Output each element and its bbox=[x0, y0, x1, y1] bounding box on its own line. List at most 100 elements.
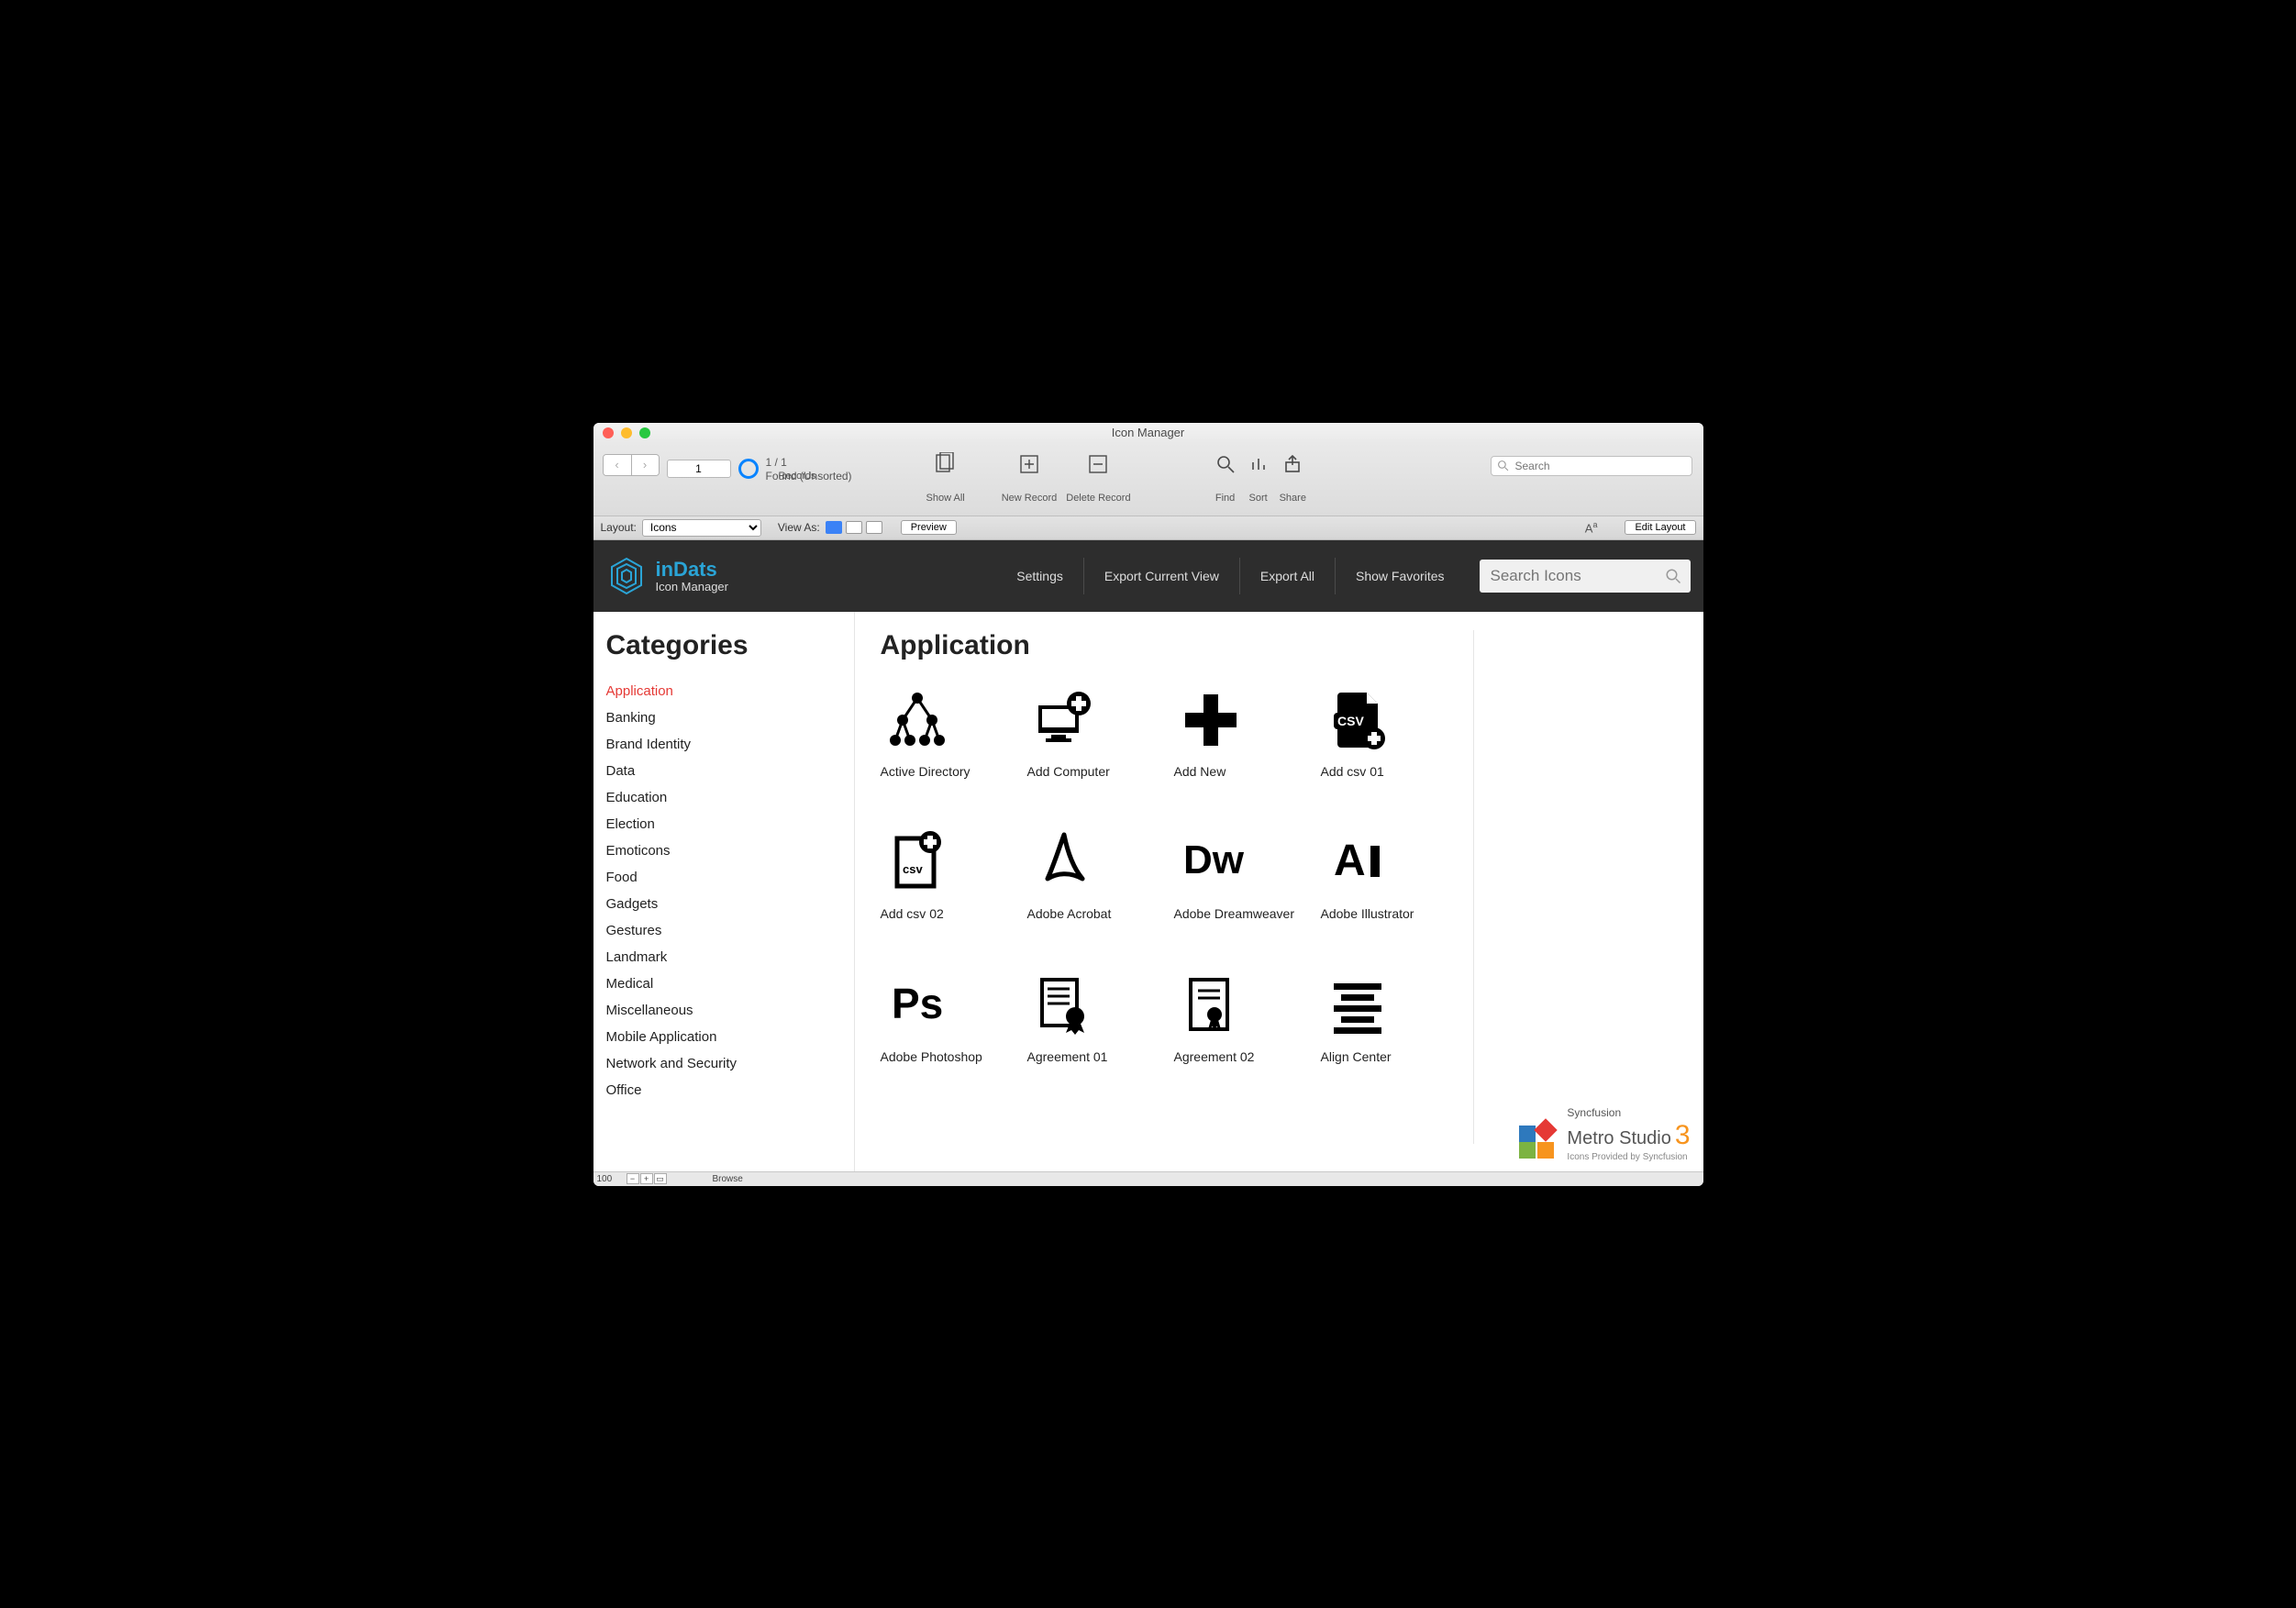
header-link-export-current-view[interactable]: Export Current View bbox=[1083, 558, 1239, 594]
delete-record-button[interactable]: Delete Record bbox=[1066, 452, 1130, 504]
icon-main: Application Active DirectoryAdd Computer… bbox=[855, 612, 1703, 1171]
find-icon bbox=[1214, 452, 1237, 476]
icon-add-csv-01[interactable]: CSV Add csv 01 bbox=[1321, 683, 1459, 781]
brand-name: inDats bbox=[656, 558, 729, 582]
toolbar: ‹ › 1 1 / 1 Found (Unsorted) Records Sho… bbox=[593, 443, 1703, 516]
sort-icon bbox=[1247, 452, 1270, 476]
nav-forward-button[interactable]: › bbox=[631, 455, 659, 475]
new-record-button[interactable]: New Record bbox=[1002, 452, 1058, 504]
agreement2-icon bbox=[1174, 969, 1248, 1042]
icon-add-new[interactable]: Add New bbox=[1174, 683, 1312, 781]
agreement1-icon bbox=[1027, 969, 1101, 1042]
brand-sub: Icon Manager bbox=[656, 580, 729, 593]
share-icon bbox=[1281, 452, 1304, 476]
svg-text:csv: csv bbox=[903, 862, 923, 876]
zoom-out-button[interactable]: − bbox=[627, 1173, 639, 1184]
category-election[interactable]: Election bbox=[606, 811, 845, 837]
find-button[interactable]: Find bbox=[1214, 452, 1237, 504]
app-header: inDats Icon Manager SettingsExport Curre… bbox=[593, 540, 1703, 612]
icon-label: Adobe Acrobat bbox=[1027, 906, 1165, 923]
metro-studio-logo-icon bbox=[1517, 1122, 1558, 1162]
found-pie-icon bbox=[738, 459, 759, 479]
category-data[interactable]: Data bbox=[606, 758, 845, 784]
icon-add-computer[interactable]: Add Computer bbox=[1027, 683, 1165, 781]
align-center-icon bbox=[1321, 969, 1394, 1042]
header-link-export-all[interactable]: Export All bbox=[1239, 558, 1335, 594]
category-mobile-application[interactable]: Mobile Application bbox=[606, 1024, 845, 1050]
zoom-in-button[interactable]: + bbox=[640, 1173, 653, 1184]
search-icon bbox=[1665, 568, 1681, 584]
icon-label: Adobe Photoshop bbox=[881, 1049, 1018, 1066]
layout-bar: Layout: Icons View As: Preview Aa Edit L… bbox=[593, 516, 1703, 540]
icon-label: Adobe Dreamweaver bbox=[1174, 906, 1312, 923]
icon-align-center[interactable]: Align Center bbox=[1321, 969, 1459, 1066]
category-office[interactable]: Office bbox=[606, 1077, 845, 1103]
zoom-fit-button[interactable]: ▭ bbox=[654, 1173, 667, 1184]
zoom-value: 100 bbox=[597, 1174, 625, 1184]
category-application[interactable]: Application bbox=[606, 678, 845, 704]
logo-hex-icon bbox=[606, 556, 647, 596]
ps-icon: Ps bbox=[881, 969, 954, 1042]
svg-text:Dw: Dw bbox=[1183, 837, 1245, 882]
vendor-branding: Syncfusion Metro Studio 3 Icons Provided… bbox=[1517, 1107, 1690, 1161]
icon-search-input[interactable] bbox=[1480, 560, 1691, 593]
icon-label: Add csv 01 bbox=[1321, 764, 1459, 781]
category-gadgets[interactable]: Gadgets bbox=[606, 891, 845, 917]
csv-page-icon: csv bbox=[881, 826, 954, 899]
category-food[interactable]: Food bbox=[606, 864, 845, 891]
layout-label: Layout: bbox=[601, 521, 637, 534]
toolbar-search-input[interactable] bbox=[1491, 456, 1692, 476]
icon-label: Agreement 01 bbox=[1027, 1049, 1165, 1066]
icon-adobe-photoshop[interactable]: Ps Adobe Photoshop bbox=[881, 969, 1018, 1066]
icon-adobe-acrobat[interactable]: Adobe Acrobat bbox=[1027, 826, 1165, 923]
category-medical[interactable]: Medical bbox=[606, 970, 845, 997]
header-link-settings[interactable]: Settings bbox=[996, 558, 1083, 594]
view-list-button[interactable] bbox=[846, 521, 862, 534]
app-logo: inDats Icon Manager bbox=[606, 556, 729, 596]
records-label: Records bbox=[779, 471, 816, 482]
layout-select[interactable]: Icons bbox=[642, 519, 761, 537]
icon-active-directory[interactable]: Active Directory bbox=[881, 683, 1018, 781]
text-size-icon[interactable]: Aa bbox=[1585, 520, 1598, 535]
share-button[interactable]: Share bbox=[1280, 452, 1306, 504]
icon-label: Add New bbox=[1174, 764, 1312, 781]
icon-label: Add csv 02 bbox=[881, 906, 1018, 923]
icon-label: Add Computer bbox=[1027, 764, 1165, 781]
divider bbox=[1473, 630, 1474, 1144]
show-all-icon bbox=[934, 452, 958, 476]
record-number-field[interactable]: 1 bbox=[667, 460, 731, 478]
category-banking[interactable]: Banking bbox=[606, 704, 845, 731]
icon-agreement-01[interactable]: Agreement 01 bbox=[1027, 969, 1165, 1066]
svg-text:CSV: CSV bbox=[1337, 714, 1364, 728]
search-icon bbox=[1497, 460, 1509, 471]
sort-button[interactable]: Sort bbox=[1247, 452, 1270, 504]
category-landmark[interactable]: Landmark bbox=[606, 944, 845, 970]
categories-sidebar: Categories ApplicationBankingBrand Ident… bbox=[593, 612, 855, 1171]
category-network-and-security[interactable]: Network and Security bbox=[606, 1050, 845, 1077]
icon-label: Agreement 02 bbox=[1174, 1049, 1312, 1066]
icon-label: Active Directory bbox=[881, 764, 1018, 781]
icon-add-csv-02[interactable]: csv Add csv 02 bbox=[881, 826, 1018, 923]
category-emoticons[interactable]: Emoticons bbox=[606, 837, 845, 864]
window-title: Icon Manager bbox=[593, 426, 1703, 439]
dw-icon: Dw bbox=[1174, 826, 1248, 899]
category-education[interactable]: Education bbox=[606, 784, 845, 811]
category-brand-identity[interactable]: Brand Identity bbox=[606, 731, 845, 758]
preview-button[interactable]: Preview bbox=[901, 520, 957, 535]
icon-agreement-02[interactable]: Agreement 02 bbox=[1174, 969, 1312, 1066]
icon-label: Adobe Illustrator bbox=[1321, 906, 1459, 923]
category-miscellaneous[interactable]: Miscellaneous bbox=[606, 997, 845, 1024]
tree-icon bbox=[881, 683, 954, 757]
view-as-label: View As: bbox=[778, 521, 820, 534]
icon-adobe-dreamweaver[interactable]: Dw Adobe Dreamweaver bbox=[1174, 826, 1312, 923]
view-form-button[interactable] bbox=[826, 521, 842, 534]
header-link-show-favorites[interactable]: Show Favorites bbox=[1335, 558, 1464, 594]
show-all-button[interactable]: Show All bbox=[926, 452, 965, 504]
view-table-button[interactable] bbox=[866, 521, 882, 534]
ai-icon: A bbox=[1321, 826, 1394, 899]
category-gestures[interactable]: Gestures bbox=[606, 917, 845, 944]
nav-back-button[interactable]: ‹ bbox=[604, 455, 631, 475]
icon-adobe-illustrator[interactable]: A Adobe Illustrator bbox=[1321, 826, 1459, 923]
svg-text:Ps: Ps bbox=[892, 980, 943, 1027]
edit-layout-button[interactable]: Edit Layout bbox=[1625, 520, 1695, 535]
